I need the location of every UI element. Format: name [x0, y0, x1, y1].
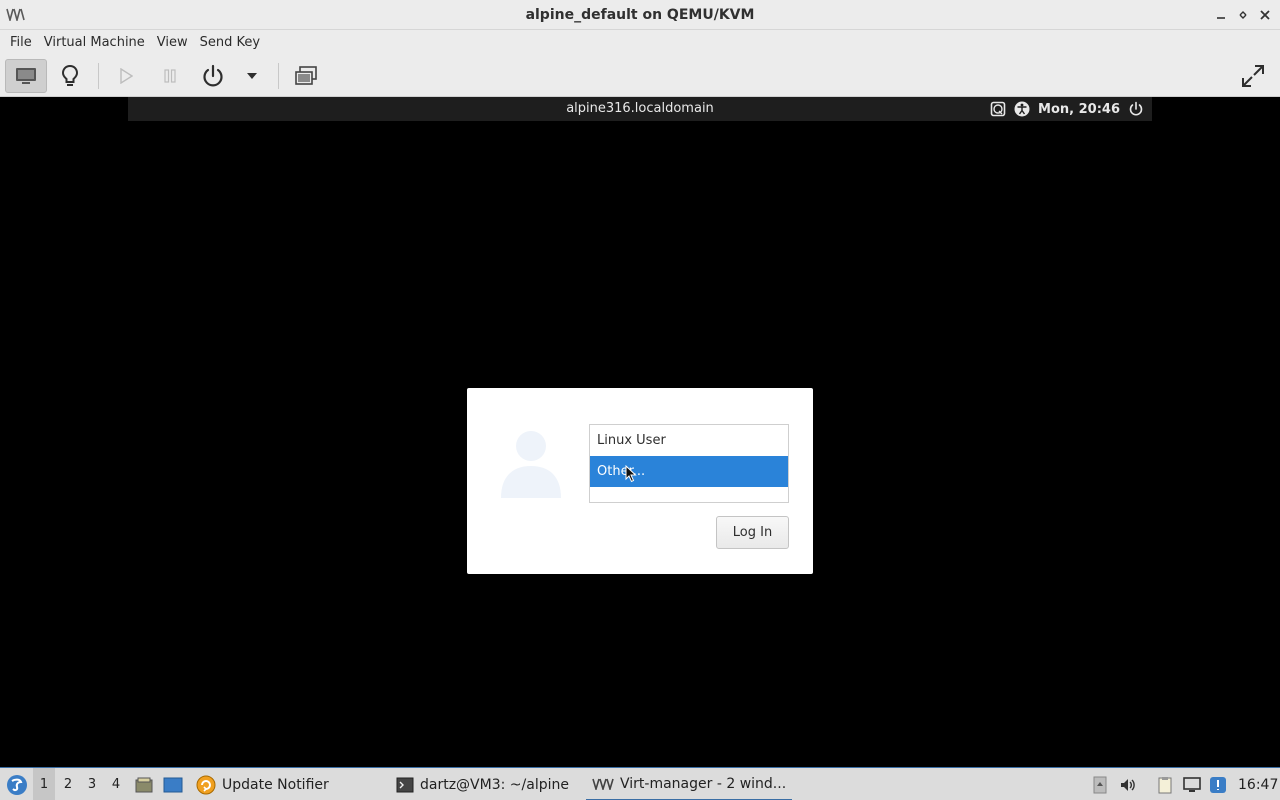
menu-virtual-machine[interactable]: Virtual Machine: [38, 30, 151, 55]
virt-manager-icon: [592, 778, 614, 790]
details-button[interactable]: [52, 59, 88, 93]
tray-bluetooth[interactable]: [1208, 768, 1228, 800]
taskbar-clock[interactable]: 16:47: [1238, 768, 1278, 800]
start-menu-button[interactable]: [4, 768, 30, 800]
menu-send-key[interactable]: Send Key: [194, 30, 266, 55]
fullscreen-icon: [1242, 65, 1264, 87]
show-desktop-button[interactable]: [162, 768, 184, 800]
guest-clock[interactable]: Mon, 20:46: [1038, 102, 1120, 117]
snapshots-button[interactable]: [290, 59, 322, 93]
task-terminal[interactable]: dartz@VM3: ~/alpine: [390, 768, 575, 800]
user-avatar-icon: [501, 431, 561, 498]
window-controls: [1212, 6, 1274, 24]
menubar: File Virtual Machine View Send Key: [0, 30, 1280, 55]
task-label: Virt-manager - 2 wind...: [620, 775, 787, 792]
tray-clipboard[interactable]: [1155, 768, 1175, 800]
run-icon: [120, 68, 133, 84]
fullscreen-button[interactable]: [1236, 59, 1270, 93]
close-icon[interactable]: [1256, 6, 1274, 24]
console-icon: [16, 68, 36, 84]
desktop-2-button[interactable]: 2: [57, 768, 79, 800]
user-item-other[interactable]: Other...: [590, 456, 788, 487]
maximize-icon[interactable]: [1234, 6, 1252, 24]
taskbar: 1 2 3 4 Update Notifier dartz@VM3: ~/alp…: [0, 767, 1280, 800]
user-list[interactable]: Linux User Other...: [589, 424, 789, 503]
accessibility-icon[interactable]: [1014, 101, 1030, 117]
desktop-4-button[interactable]: 4: [105, 768, 127, 800]
task-update-notifier[interactable]: Update Notifier: [190, 768, 335, 800]
power-menu-button[interactable]: [238, 59, 266, 93]
user-item-linux-user[interactable]: Linux User: [590, 425, 788, 456]
terminal-icon: [396, 777, 414, 792]
guest-status-area[interactable]: Mon, 20:46: [990, 97, 1144, 121]
user-list-partial-row: [590, 487, 788, 501]
toolbar-separator: [278, 63, 279, 89]
guest-power-icon[interactable]: [1128, 101, 1144, 117]
file-manager-icon: [135, 777, 153, 792]
update-notifier-icon: [196, 775, 216, 794]
menu-file[interactable]: File: [4, 30, 38, 55]
clipboard-icon: [1158, 776, 1172, 793]
power-button[interactable]: [196, 59, 230, 93]
toolbar-separator: [98, 63, 99, 89]
power-icon: [203, 64, 223, 87]
guest-top-bar: alpine316.localdomain Mon, 20:46: [128, 97, 1152, 121]
menu-view[interactable]: View: [151, 30, 194, 55]
power-menu-chevron-icon: [247, 73, 257, 79]
network-icon: [1183, 776, 1201, 792]
run-button[interactable]: [110, 59, 142, 93]
desktop-3-button[interactable]: 3: [81, 768, 103, 800]
file-manager-launcher[interactable]: [134, 768, 154, 800]
desktop-icon: [163, 777, 183, 792]
window-title: alpine_default on QEMU/KVM: [525, 6, 755, 23]
virt-manager-logo-icon: [6, 8, 25, 21]
login-dialog: Linux User Other... Log In: [467, 388, 813, 574]
task-label: dartz@VM3: ~/alpine: [420, 776, 569, 793]
keyboard-layout-icon[interactable]: [990, 101, 1006, 117]
details-lightbulb-icon: [61, 64, 79, 86]
vm-display[interactable]: alpine316.localdomain Mon, 20:46 Linux U…: [0, 97, 1280, 767]
tray-network[interactable]: [1182, 768, 1202, 800]
pause-icon: [164, 69, 176, 83]
notification-icon: [1210, 776, 1226, 793]
tray-arrow-icon: [1093, 776, 1107, 793]
toolbar: [0, 55, 1280, 97]
lxqt-menu-icon: [7, 774, 27, 795]
window-titlebar[interactable]: alpine_default on QEMU/KVM: [0, 0, 1280, 30]
mouse-cursor-icon: [625, 465, 637, 483]
volume-icon: [1121, 778, 1135, 791]
login-button[interactable]: Log In: [716, 516, 789, 549]
tray-volume[interactable]: [1118, 768, 1138, 800]
pause-button[interactable]: [154, 59, 186, 93]
console-button[interactable]: [5, 59, 47, 93]
snapshots-icon: [295, 66, 317, 85]
task-label: Update Notifier: [222, 776, 329, 793]
desktop-1-button[interactable]: 1: [33, 768, 55, 800]
tray-scroll-button[interactable]: [1090, 768, 1110, 800]
task-virt-manager[interactable]: Virt-manager - 2 wind...: [586, 768, 793, 800]
minimize-icon[interactable]: [1212, 6, 1230, 24]
